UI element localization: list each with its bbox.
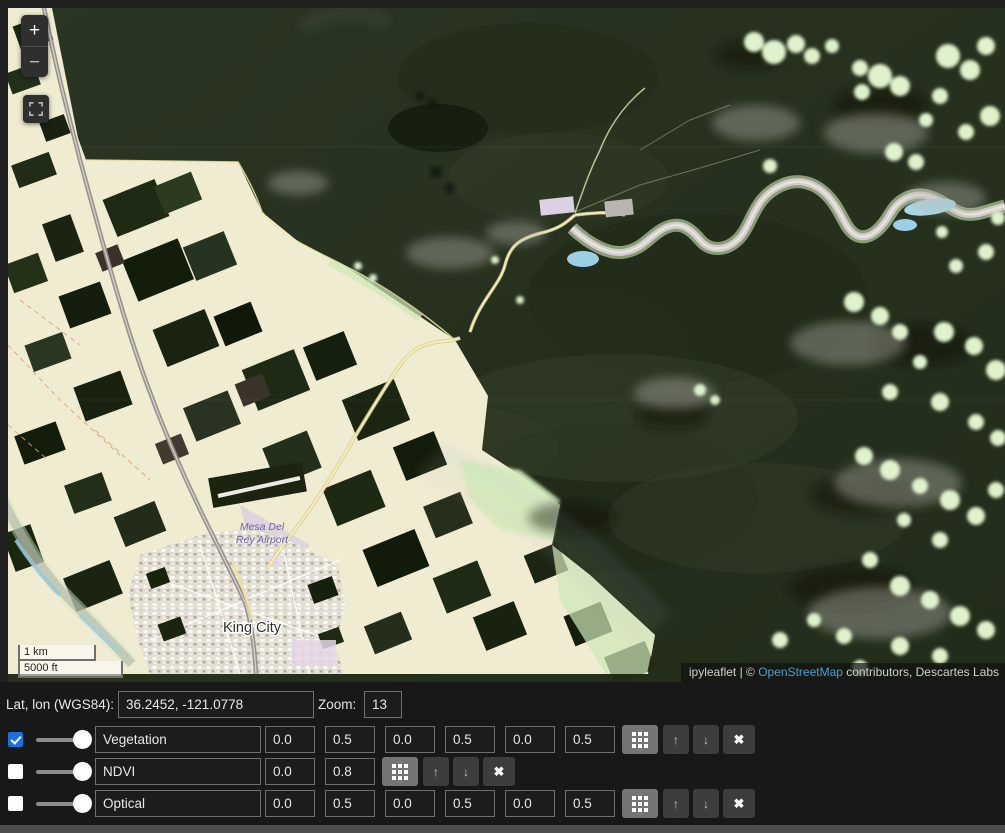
- latlon-input[interactable]: [118, 691, 314, 718]
- slider-thumb[interactable]: [73, 794, 92, 813]
- layer-opacity-slider[interactable]: [36, 762, 92, 781]
- layer-row-vegetation: ↑ ↓ ✖: [0, 726, 1005, 753]
- layer-opacity-slider[interactable]: [36, 730, 92, 749]
- airport-label-line1: Mesa Del: [240, 521, 285, 533]
- scale-imperial: 5000 ft: [18, 661, 123, 678]
- move-layer-down-button[interactable]: ↓: [693, 789, 719, 818]
- airport-label-line2: Rey Airport: [236, 534, 289, 546]
- colormap-button[interactable]: [622, 725, 658, 754]
- slider-thumb[interactable]: [73, 730, 92, 749]
- layer-control-panel: Lat, lon (WGS84): Zoom:: [0, 682, 1005, 825]
- map-canvas[interactable]: Mesa Del Rey Airport King City + − 1 km …: [8, 8, 1005, 682]
- app-window: Mesa Del Rey Airport King City + − 1 km …: [0, 0, 1005, 833]
- attribution: ipyleaflet | © OpenStreetMap contributor…: [681, 663, 1005, 682]
- attribution-prefix: ipyleaflet | ©: [689, 665, 758, 679]
- colormap-button[interactable]: [382, 757, 418, 786]
- scale-min-input[interactable]: [385, 790, 435, 817]
- layer-row-optical: ↑ ↓ ✖: [0, 790, 1005, 817]
- move-layer-up-button[interactable]: ↑: [663, 725, 689, 754]
- layer-visibility-checkbox[interactable]: [8, 732, 23, 747]
- satellite-imagery: Mesa Del Rey Airport King City: [8, 8, 1005, 682]
- scale-max-input[interactable]: [325, 726, 375, 753]
- scale-min-input[interactable]: [265, 758, 315, 785]
- layer-visibility-checkbox[interactable]: [8, 764, 23, 779]
- layer-name-input[interactable]: [95, 790, 261, 817]
- scale-min-input[interactable]: [385, 726, 435, 753]
- coordinates-row: Lat, lon (WGS84): Zoom:: [0, 691, 1005, 718]
- scale-max-input[interactable]: [445, 790, 495, 817]
- scale-max-input[interactable]: [445, 726, 495, 753]
- move-layer-down-button[interactable]: ↓: [693, 725, 719, 754]
- fullscreen-button[interactable]: [23, 95, 49, 123]
- zoom-control: + −: [21, 15, 48, 77]
- move-layer-up-button[interactable]: ↑: [423, 757, 449, 786]
- scale-max-input[interactable]: [325, 790, 375, 817]
- fullscreen-icon: [28, 101, 44, 117]
- grid-icon: [392, 764, 408, 780]
- layer-opacity-slider[interactable]: [36, 794, 92, 813]
- colormap-button[interactable]: [622, 789, 658, 818]
- zoom-label: Zoom:: [318, 691, 356, 718]
- remove-layer-button[interactable]: ✖: [483, 757, 515, 786]
- scale-min-input[interactable]: [505, 726, 555, 753]
- remove-layer-button[interactable]: ✖: [723, 725, 755, 754]
- scale-max-input[interactable]: [325, 758, 375, 785]
- layer-name-input[interactable]: [95, 758, 261, 785]
- layer-visibility-checkbox[interactable]: [8, 796, 23, 811]
- scale-control: 1 km 5000 ft: [18, 645, 123, 679]
- openstreetmap-link[interactable]: OpenStreetMap: [758, 665, 843, 679]
- scale-min-input[interactable]: [265, 726, 315, 753]
- grid-icon: [632, 796, 648, 812]
- scale-max-input[interactable]: [565, 726, 615, 753]
- attribution-suffix: contributors, Descartes Labs: [843, 665, 999, 679]
- scale-min-input[interactable]: [265, 790, 315, 817]
- layer-row-ndvi: ↑ ↓ ✖: [0, 758, 1005, 785]
- move-layer-down-button[interactable]: ↓: [453, 757, 479, 786]
- remove-layer-button[interactable]: ✖: [723, 789, 755, 818]
- layer-name-input[interactable]: [95, 726, 261, 753]
- zoom-in-button[interactable]: +: [21, 15, 48, 47]
- zoom-out-button[interactable]: −: [21, 47, 48, 78]
- scale-min-input[interactable]: [505, 790, 555, 817]
- move-layer-up-button[interactable]: ↑: [663, 789, 689, 818]
- latlon-label: Lat, lon (WGS84):: [6, 691, 114, 718]
- bottom-scrollbar[interactable]: [0, 825, 1005, 833]
- king-city-label: King City: [223, 620, 282, 636]
- zoom-input[interactable]: [364, 691, 402, 718]
- scale-max-input[interactable]: [565, 790, 615, 817]
- scale-metric: 1 km: [18, 645, 96, 662]
- slider-thumb[interactable]: [73, 762, 92, 781]
- grid-icon: [632, 732, 648, 748]
